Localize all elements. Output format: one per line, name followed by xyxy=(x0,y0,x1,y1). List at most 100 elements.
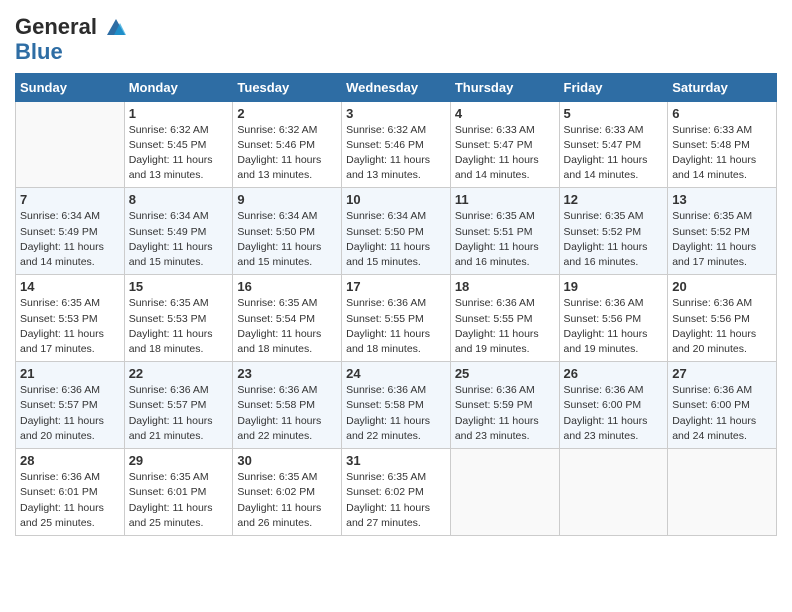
calendar-cell: 14 Sunrise: 6:35 AM Sunset: 5:53 PM Dayli… xyxy=(16,275,125,362)
col-header-monday: Monday xyxy=(124,73,233,101)
calendar-cell: 19 Sunrise: 6:36 AM Sunset: 5:56 PM Dayli… xyxy=(559,275,668,362)
calendar-cell: 11 Sunrise: 6:35 AM Sunset: 5:51 PM Dayli… xyxy=(450,188,559,275)
calendar-cell: 2Sunrise: 6:32 AM Sunset: 5:46 PM Daylig… xyxy=(233,101,342,188)
day-info: Sunrise: 6:36 AM Sunset: 5:57 PM Dayligh… xyxy=(20,383,120,444)
day-number: 7 xyxy=(20,192,120,207)
day-number: 24 xyxy=(346,366,446,381)
calendar-cell xyxy=(559,449,668,536)
day-number: 5 xyxy=(564,106,664,121)
day-info: Sunrise: 6:35 AM Sunset: 5:51 PM Dayligh… xyxy=(455,209,555,270)
day-info: Sunrise: 6:36 AM Sunset: 5:56 PM Dayligh… xyxy=(564,296,664,357)
day-number: 19 xyxy=(564,279,664,294)
calendar-week-3: 14 Sunrise: 6:35 AM Sunset: 5:53 PM Dayli… xyxy=(16,275,777,362)
day-info: Sunrise: 6:35 AM Sunset: 5:53 PM Dayligh… xyxy=(20,296,120,357)
day-info: Sunrise: 6:33 AM Sunset: 5:48 PM Dayligh… xyxy=(672,123,772,184)
calendar-cell: 31Sunrise: 6:35 AM Sunset: 6:02 PM Dayli… xyxy=(342,449,451,536)
col-header-friday: Friday xyxy=(559,73,668,101)
calendar-cell xyxy=(450,449,559,536)
day-info: Sunrise: 6:35 AM Sunset: 5:52 PM Dayligh… xyxy=(564,209,664,270)
col-header-sunday: Sunday xyxy=(16,73,125,101)
calendar-cell: 24 Sunrise: 6:36 AM Sunset: 5:58 PM Dayli… xyxy=(342,362,451,449)
calendar-cell: 8 Sunrise: 6:34 AM Sunset: 5:49 PM Daylig… xyxy=(124,188,233,275)
logo-blue: Blue xyxy=(15,39,127,64)
day-number: 26 xyxy=(564,366,664,381)
day-number: 6 xyxy=(672,106,772,121)
calendar-week-4: 21Sunrise: 6:36 AM Sunset: 5:57 PM Dayli… xyxy=(16,362,777,449)
day-number: 4 xyxy=(455,106,555,121)
day-number: 23 xyxy=(237,366,337,381)
day-number: 14 xyxy=(20,279,120,294)
day-info: Sunrise: 6:36 AM Sunset: 5:59 PM Dayligh… xyxy=(455,383,555,444)
calendar-cell xyxy=(16,101,125,188)
calendar-cell: 10 Sunrise: 6:34 AM Sunset: 5:50 PM Dayli… xyxy=(342,188,451,275)
day-number: 30 xyxy=(237,453,337,468)
day-number: 10 xyxy=(346,192,446,207)
calendar-cell: 29 Sunrise: 6:35 AM Sunset: 6:01 PM Dayli… xyxy=(124,449,233,536)
calendar-cell: 23 Sunrise: 6:36 AM Sunset: 5:58 PM Dayli… xyxy=(233,362,342,449)
header: General Blue xyxy=(15,10,777,65)
day-info: Sunrise: 6:35 AM Sunset: 5:54 PM Dayligh… xyxy=(237,296,337,357)
day-info: Sunrise: 6:35 AM Sunset: 6:02 PM Dayligh… xyxy=(346,470,446,531)
day-number: 11 xyxy=(455,192,555,207)
calendar-cell: 7Sunrise: 6:34 AM Sunset: 5:49 PM Daylig… xyxy=(16,188,125,275)
calendar-cell: 4 Sunrise: 6:33 AM Sunset: 5:47 PM Daylig… xyxy=(450,101,559,188)
calendar-cell: 15 Sunrise: 6:35 AM Sunset: 5:53 PM Dayli… xyxy=(124,275,233,362)
day-info: Sunrise: 6:36 AM Sunset: 5:55 PM Dayligh… xyxy=(346,296,446,357)
day-info: Sunrise: 6:36 AM Sunset: 6:00 PM Dayligh… xyxy=(564,383,664,444)
day-info: Sunrise: 6:35 AM Sunset: 5:53 PM Dayligh… xyxy=(129,296,229,357)
calendar-cell: 3Sunrise: 6:32 AM Sunset: 5:46 PM Daylig… xyxy=(342,101,451,188)
day-info: Sunrise: 6:36 AM Sunset: 5:56 PM Dayligh… xyxy=(672,296,772,357)
day-number: 29 xyxy=(129,453,229,468)
day-number: 3 xyxy=(346,106,446,121)
calendar-table: SundayMondayTuesdayWednesdayThursdayFrid… xyxy=(15,73,777,536)
calendar-cell: 1 Sunrise: 6:32 AM Sunset: 5:45 PM Daylig… xyxy=(124,101,233,188)
day-info: Sunrise: 6:32 AM Sunset: 5:46 PM Dayligh… xyxy=(237,123,337,184)
day-info: Sunrise: 6:35 AM Sunset: 6:02 PM Dayligh… xyxy=(237,470,337,531)
calendar-cell: 30 Sunrise: 6:35 AM Sunset: 6:02 PM Dayli… xyxy=(233,449,342,536)
day-number: 20 xyxy=(672,279,772,294)
day-number: 1 xyxy=(129,106,229,121)
day-number: 9 xyxy=(237,192,337,207)
calendar-cell: 26 Sunrise: 6:36 AM Sunset: 6:00 PM Dayli… xyxy=(559,362,668,449)
calendar-cell: 16 Sunrise: 6:35 AM Sunset: 5:54 PM Dayli… xyxy=(233,275,342,362)
calendar-cell: 21Sunrise: 6:36 AM Sunset: 5:57 PM Dayli… xyxy=(16,362,125,449)
calendar-header-row: SundayMondayTuesdayWednesdayThursdayFrid… xyxy=(16,73,777,101)
day-info: Sunrise: 6:36 AM Sunset: 6:00 PM Dayligh… xyxy=(672,383,772,444)
calendar-cell: 13 Sunrise: 6:35 AM Sunset: 5:52 PM Dayli… xyxy=(668,188,777,275)
day-info: Sunrise: 6:36 AM Sunset: 6:01 PM Dayligh… xyxy=(20,470,120,531)
day-info: Sunrise: 6:34 AM Sunset: 5:50 PM Dayligh… xyxy=(346,209,446,270)
day-number: 15 xyxy=(129,279,229,294)
day-number: 18 xyxy=(455,279,555,294)
day-number: 13 xyxy=(672,192,772,207)
logo-icon xyxy=(105,17,127,39)
day-info: Sunrise: 6:35 AM Sunset: 5:52 PM Dayligh… xyxy=(672,209,772,270)
col-header-wednesday: Wednesday xyxy=(342,73,451,101)
day-number: 12 xyxy=(564,192,664,207)
calendar-cell: 9 Sunrise: 6:34 AM Sunset: 5:50 PM Daylig… xyxy=(233,188,342,275)
day-info: Sunrise: 6:36 AM Sunset: 5:58 PM Dayligh… xyxy=(237,383,337,444)
calendar-week-5: 28Sunrise: 6:36 AM Sunset: 6:01 PM Dayli… xyxy=(16,449,777,536)
day-info: Sunrise: 6:36 AM Sunset: 5:55 PM Dayligh… xyxy=(455,296,555,357)
day-info: Sunrise: 6:34 AM Sunset: 5:50 PM Dayligh… xyxy=(237,209,337,270)
day-info: Sunrise: 6:36 AM Sunset: 5:58 PM Dayligh… xyxy=(346,383,446,444)
calendar-week-1: 1 Sunrise: 6:32 AM Sunset: 5:45 PM Daylig… xyxy=(16,101,777,188)
page-container: General Blue SundayMondayTuesdayWednesda… xyxy=(0,0,792,551)
calendar-cell: 20 Sunrise: 6:36 AM Sunset: 5:56 PM Dayli… xyxy=(668,275,777,362)
calendar-cell: 5 Sunrise: 6:33 AM Sunset: 5:47 PM Daylig… xyxy=(559,101,668,188)
day-info: Sunrise: 6:33 AM Sunset: 5:47 PM Dayligh… xyxy=(455,123,555,184)
day-info: Sunrise: 6:32 AM Sunset: 5:45 PM Dayligh… xyxy=(129,123,229,184)
day-number: 22 xyxy=(129,366,229,381)
day-number: 17 xyxy=(346,279,446,294)
day-info: Sunrise: 6:34 AM Sunset: 5:49 PM Dayligh… xyxy=(129,209,229,270)
calendar-cell: 25 Sunrise: 6:36 AM Sunset: 5:59 PM Dayli… xyxy=(450,362,559,449)
day-info: Sunrise: 6:35 AM Sunset: 6:01 PM Dayligh… xyxy=(129,470,229,531)
calendar-week-2: 7 Sunrise: 6:34 AM Sunset: 5:49 PM Daylig… xyxy=(16,188,777,275)
day-info: Sunrise: 6:33 AM Sunset: 5:47 PM Dayligh… xyxy=(564,123,664,184)
day-number: 16 xyxy=(237,279,337,294)
day-number: 25 xyxy=(455,366,555,381)
day-number: 8 xyxy=(129,192,229,207)
col-header-tuesday: Tuesday xyxy=(233,73,342,101)
col-header-saturday: Saturday xyxy=(668,73,777,101)
logo: General Blue xyxy=(15,14,127,65)
day-info: Sunrise: 6:36 AM Sunset: 5:57 PM Dayligh… xyxy=(129,383,229,444)
